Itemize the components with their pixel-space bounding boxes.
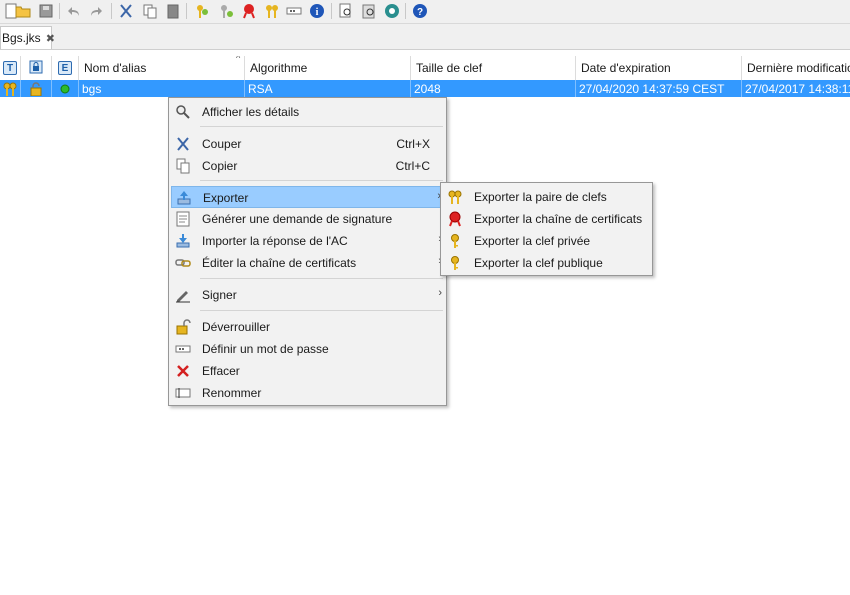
- column-header-alias[interactable]: Nom d'alias ^: [79, 56, 245, 80]
- password-icon: [175, 341, 191, 357]
- open-icon[interactable]: [14, 2, 32, 20]
- unlocked-padlock-icon: [21, 80, 52, 97]
- menu-item-sign[interactable]: Signer ›: [171, 284, 444, 306]
- tab-bar: Bgs.jks ✖: [0, 24, 850, 50]
- column-header-expiry[interactable]: E: [52, 56, 79, 80]
- help-icon[interactable]: ?: [411, 2, 429, 20]
- svg-text:i: i: [316, 7, 319, 18]
- cut-icon[interactable]: [117, 2, 135, 20]
- column-header-expiration[interactable]: Date d'expiration: [576, 56, 742, 80]
- menu-item-generate-csr[interactable]: Générer une demande de signature: [171, 208, 444, 230]
- chain-icon: [175, 255, 191, 271]
- keypair-icon: [447, 189, 463, 205]
- toolbar-separator: [405, 3, 406, 19]
- menu-separator: [200, 278, 443, 279]
- column-header-lock[interactable]: [21, 56, 52, 80]
- submenu-item-export-public-key[interactable]: Exporter la clef publique: [443, 252, 650, 274]
- lock-icon: [29, 60, 43, 77]
- shortcut-copy: Ctrl+C: [395, 159, 430, 173]
- tab-label: Bgs.jks: [2, 31, 41, 45]
- menu-item-details[interactable]: Afficher les détails: [171, 101, 444, 123]
- toolbar-separator: [59, 3, 60, 19]
- import-trusted-cert-icon[interactable]: [240, 2, 258, 20]
- menu-item-cut[interactable]: Couper Ctrl+X: [171, 133, 444, 155]
- copy-icon: [175, 158, 191, 174]
- export-icon: [176, 190, 192, 206]
- tab-keystore[interactable]: Bgs.jks ✖: [0, 26, 55, 49]
- cell-algorithm: RSA: [245, 80, 411, 97]
- document-icon: [175, 211, 191, 227]
- pen-icon: [175, 287, 191, 303]
- rename-icon: [175, 385, 191, 401]
- status-ok-icon: [52, 80, 79, 97]
- delete-icon: [175, 363, 191, 379]
- column-header-type[interactable]: T: [0, 56, 21, 80]
- menu-item-delete[interactable]: Effacer: [171, 360, 444, 382]
- import-keypair-icon[interactable]: [263, 2, 281, 20]
- generate-secret-key-icon[interactable]: [217, 2, 235, 20]
- submenu-item-export-private-key[interactable]: Exporter la clef privée: [443, 230, 650, 252]
- copy-icon[interactable]: [141, 2, 159, 20]
- generate-keypair-icon[interactable]: [193, 2, 211, 20]
- redo-icon[interactable]: [88, 2, 106, 20]
- column-header-modified[interactable]: Dernière modification: [742, 56, 850, 80]
- menu-item-export[interactable]: Exporter ›: [171, 186, 444, 208]
- cell-alias: bgs: [79, 80, 245, 97]
- menu-item-rename[interactable]: Renommer: [171, 382, 444, 404]
- import-icon: [175, 233, 191, 249]
- table-row[interactable]: bgs RSA 2048 27/04/2020 14:37:59 CEST 27…: [0, 80, 850, 97]
- close-icon[interactable]: ✖: [46, 32, 55, 45]
- context-menu: Afficher les détails Couper Ctrl+X Copie…: [168, 97, 447, 406]
- export-submenu: Exporter la paire de clefs Exporter la c…: [440, 182, 653, 276]
- menu-item-set-password[interactable]: Définir un mot de passe: [171, 338, 444, 360]
- undo-icon[interactable]: [64, 2, 82, 20]
- submenu-item-export-chain[interactable]: Exporter la chaîne de certificats: [443, 208, 650, 230]
- menu-item-unlock[interactable]: Déverrouiller: [171, 316, 444, 338]
- toolbar-separator: [186, 3, 187, 19]
- toolbar-separator: [111, 3, 112, 19]
- column-header-key-size[interactable]: Taille de clef: [411, 56, 576, 80]
- cell-modified: 27/04/2017 14:38:11: [745, 81, 850, 96]
- examine-file-icon[interactable]: [337, 2, 355, 20]
- menu-separator: [200, 310, 443, 311]
- menu-separator: [200, 180, 443, 181]
- menu-item-copy[interactable]: Copier Ctrl+C: [171, 155, 444, 177]
- cell-expiration: 27/04/2020 14:37:59 CEST: [576, 80, 742, 97]
- examine-ssl-icon[interactable]: [383, 2, 401, 20]
- keypair-icon: [0, 80, 21, 97]
- key-icon: [447, 233, 463, 249]
- sort-ascending-icon: ^: [236, 56, 241, 63]
- table-header: T E Nom d'alias ^ Algorithme Taille de cl…: [0, 56, 850, 81]
- svg-text:?: ?: [417, 7, 423, 18]
- submenu-arrow-icon: ›: [438, 287, 442, 299]
- paste-icon[interactable]: [164, 2, 182, 20]
- toolbar-separator: [331, 3, 332, 19]
- cell-key-size: 2048: [411, 80, 576, 97]
- properties-icon[interactable]: i: [308, 2, 326, 20]
- unlock-icon: [175, 319, 191, 335]
- menu-item-import-ca-reply[interactable]: Importer la réponse de l'AC ›: [171, 230, 444, 252]
- column-header-algorithm[interactable]: Algorithme: [245, 56, 411, 80]
- menu-separator: [200, 126, 443, 127]
- password-icon[interactable]: [285, 2, 303, 20]
- save-icon[interactable]: [37, 2, 55, 20]
- shortcut-cut: Ctrl+X: [396, 137, 430, 151]
- toolbar: i ?: [0, 0, 850, 24]
- key-icon: [447, 255, 463, 271]
- magnifier-icon: [175, 104, 191, 120]
- examine-clipboard-icon[interactable]: [360, 2, 378, 20]
- cut-icon: [175, 136, 191, 152]
- certificate-ribbon-icon: [447, 211, 463, 227]
- submenu-item-export-keypair[interactable]: Exporter la paire de clefs: [443, 186, 650, 208]
- menu-item-edit-chain[interactable]: Éditer la chaîne de certificats ›: [171, 252, 444, 274]
